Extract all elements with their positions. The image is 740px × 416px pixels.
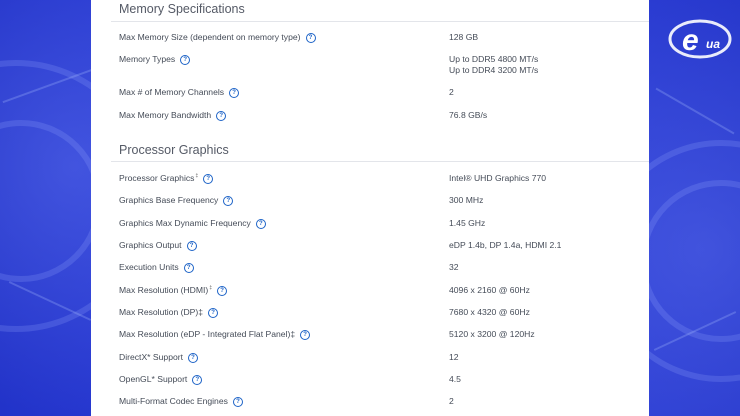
- spec-value: Up to DDR5 4800 MT/s Up to DDR4 3200 MT/s: [449, 54, 539, 75]
- help-icon[interactable]: ?: [183, 262, 194, 273]
- spec-label: Multi-Format Codec Engines?: [119, 396, 243, 407]
- help-icon[interactable]: ?: [192, 374, 203, 385]
- spec-label: Memory Types?: [119, 54, 191, 65]
- help-icon[interactable]: ?: [232, 396, 243, 407]
- spec-value: Intel® UHD Graphics 770: [449, 173, 547, 183]
- spec-label: Max Memory Bandwidth?: [119, 110, 227, 121]
- spec-value: 300 MHz: [449, 195, 484, 205]
- spec-row-graphics-output: Graphics Output? eDP 1.4b, DP 1.4a, HDMI…: [119, 240, 649, 258]
- spec-label: Execution Units?: [119, 262, 194, 273]
- help-icon[interactable]: ?: [305, 32, 316, 43]
- spec-value: 1.45 GHz: [449, 218, 486, 228]
- section-divider: [111, 21, 649, 22]
- help-icon[interactable]: ?: [223, 195, 234, 206]
- help-icon[interactable]: ?: [255, 218, 266, 229]
- spec-row-codec-engines: Multi-Format Codec Engines? 2: [119, 396, 649, 414]
- spec-label: Processor Graphics‡?: [119, 173, 214, 184]
- spec-value: 32: [449, 262, 459, 272]
- spec-label: Graphics Output?: [119, 240, 197, 251]
- memory-section-title: Memory Specifications: [119, 2, 245, 16]
- spec-row-max-dynamic-frequency: Graphics Max Dynamic Frequency? 1.45 GHz: [119, 218, 649, 236]
- graphics-section-title: Processor Graphics: [119, 143, 229, 157]
- spec-label: Graphics Base Frequency?: [119, 195, 234, 206]
- spec-label: DirectX* Support?: [119, 352, 199, 363]
- spec-row-directx-support: DirectX* Support? 12: [119, 352, 649, 370]
- spec-panel: Memory Specifications Max Memory Size (d…: [91, 0, 649, 416]
- help-icon[interactable]: ?: [208, 307, 219, 318]
- spec-label: Max # of Memory Channels?: [119, 87, 240, 98]
- spec-value: 2: [449, 87, 454, 97]
- help-icon[interactable]: ?: [229, 87, 240, 98]
- help-icon[interactable]: ?: [216, 110, 227, 121]
- spec-row-opengl-support: OpenGL* Support? 4.5: [119, 374, 649, 392]
- spec-label: Max Resolution (DP)‡?: [119, 307, 219, 318]
- help-icon[interactable]: ?: [300, 329, 311, 340]
- spec-row-processor-graphics: Processor Graphics‡? Intel® UHD Graphics…: [119, 173, 649, 191]
- spec-row-max-resolution-dp: Max Resolution (DP)‡? 7680 x 4320 @ 60Hz: [119, 307, 649, 325]
- spec-label: Max Resolution (HDMI)‡?: [119, 285, 228, 296]
- spec-row-base-frequency: Graphics Base Frequency? 300 MHz: [119, 195, 649, 213]
- spec-value: 76.8 GB/s: [449, 110, 488, 120]
- section-divider: [111, 161, 649, 162]
- spec-row-max-resolution-hdmi: Max Resolution (HDMI)‡? 4096 x 2160 @ 60…: [119, 285, 649, 303]
- svg-text:e: e: [682, 24, 699, 57]
- spec-row-max-memory-size: Max Memory Size (dependent on memory typ…: [119, 32, 649, 50]
- help-icon[interactable]: ?: [217, 285, 228, 296]
- help-icon[interactable]: ?: [203, 173, 214, 184]
- spec-value: 2: [449, 396, 454, 406]
- spec-value: 12: [449, 352, 459, 362]
- spec-value: 7680 x 4320 @ 60Hz: [449, 307, 530, 317]
- help-icon[interactable]: ?: [188, 352, 199, 363]
- spec-value: 128 GB: [449, 32, 479, 42]
- spec-row-memory-channels: Max # of Memory Channels? 2: [119, 87, 649, 105]
- spec-value: 4096 x 2160 @ 60Hz: [449, 285, 530, 295]
- bg-line: [655, 87, 735, 135]
- help-icon[interactable]: ?: [186, 240, 197, 251]
- svg-text:ua: ua: [706, 37, 720, 51]
- spec-row-max-resolution-edp: Max Resolution (eDP - Integrated Flat Pa…: [119, 329, 649, 347]
- spec-row-memory-bandwidth: Max Memory Bandwidth? 76.8 GB/s: [119, 110, 649, 128]
- spec-row-memory-types: Memory Types? Up to DDR5 4800 MT/s Up to …: [119, 54, 649, 78]
- spec-label: Max Memory Size (dependent on memory typ…: [119, 32, 316, 43]
- spec-value: 5120 x 3200 @ 120Hz: [449, 329, 535, 339]
- spec-row-execution-units: Execution Units? 32: [119, 262, 649, 280]
- spec-label: Graphics Max Dynamic Frequency?: [119, 218, 266, 229]
- spec-label: Max Resolution (eDP - Integrated Flat Pa…: [119, 329, 311, 340]
- spec-value: eDP 1.4b, DP 1.4a, HDMI 2.1: [449, 240, 562, 250]
- help-icon[interactable]: ?: [180, 54, 191, 65]
- site-watermark-logo: e ua: [668, 18, 732, 60]
- spec-value: 4.5: [449, 374, 461, 384]
- spec-label: OpenGL* Support?: [119, 374, 203, 385]
